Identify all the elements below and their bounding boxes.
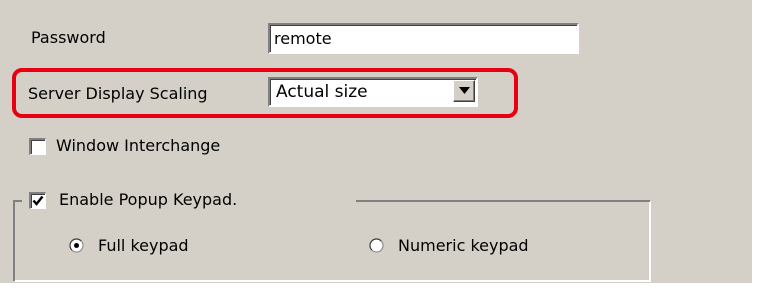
checkmark-icon: [32, 195, 44, 206]
window-interchange-label: Window Interchange: [56, 136, 221, 155]
numeric-keypad-radio[interactable]: [369, 238, 384, 253]
window-interchange-checkbox[interactable]: [29, 138, 46, 155]
enable-popup-keypad-label: Enable Popup Keypad.: [59, 190, 238, 209]
highlight-box: [12, 68, 518, 118]
password-label: Password: [31, 28, 106, 47]
full-keypad-radio[interactable]: [69, 238, 84, 253]
numeric-keypad-label: Numeric keypad: [398, 236, 529, 255]
enable-popup-keypad-checkbox[interactable]: [29, 192, 46, 209]
full-keypad-label: Full keypad: [98, 236, 189, 255]
settings-panel: Password remote Server Display Scaling A…: [0, 0, 752, 283]
password-input[interactable]: remote: [268, 23, 579, 54]
